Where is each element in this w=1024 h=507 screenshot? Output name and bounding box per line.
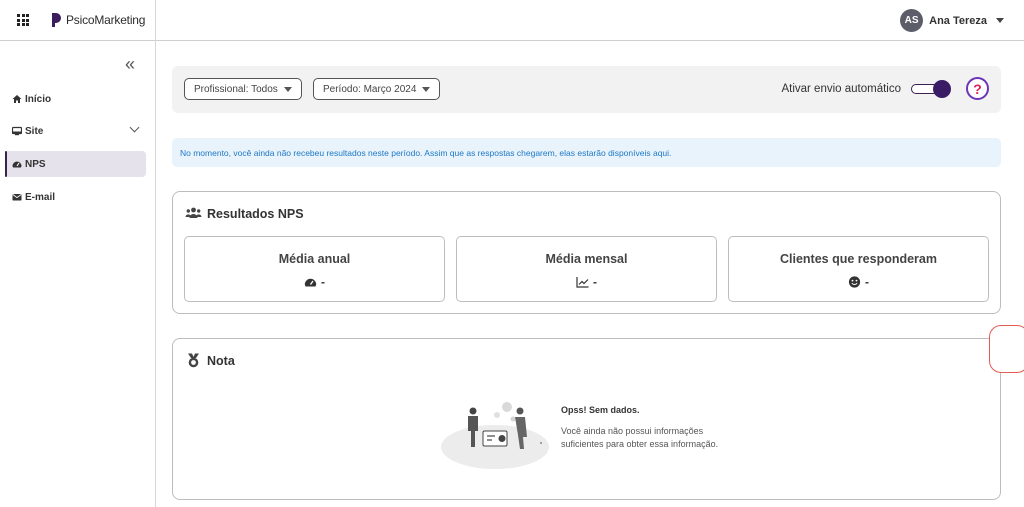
- empty-state-text: Você ainda não possui informações sufici…: [561, 426, 719, 450]
- sidebar-item-label: Início: [25, 93, 52, 105]
- apps-grid-icon[interactable]: [17, 14, 29, 26]
- sidebar-item-nps[interactable]: NPS: [5, 151, 146, 177]
- professional-select-label: Profissional: Todos: [194, 83, 278, 95]
- stat-clientes-responderam: Clientes que responderam -: [728, 236, 989, 302]
- card-title-text: Nota: [207, 353, 235, 368]
- info-banner: No momento, você ainda não recebeu resul…: [172, 138, 1001, 167]
- stat-value-row: -: [185, 275, 444, 289]
- sidebar-item-site[interactable]: Site: [5, 118, 146, 144]
- nps-results-title: Resultados NPS: [185, 206, 304, 221]
- sidebar-item-label: NPS: [25, 158, 46, 170]
- sidebar-item-inicio[interactable]: Início: [5, 86, 146, 112]
- chevron-down-icon[interactable]: [129, 122, 140, 133]
- stat-value: -: [865, 275, 869, 289]
- user-menu[interactable]: AS Ana Tereza: [900, 9, 1004, 32]
- period-select[interactable]: Período: Março 2024: [313, 78, 441, 100]
- home-icon: [12, 95, 22, 103]
- gauge-icon: [304, 278, 317, 287]
- auto-send-toggle[interactable]: [911, 80, 951, 98]
- stat-value-row: -: [457, 275, 716, 289]
- sidebar-divider: [155, 0, 156, 507]
- period-select-label: Período: Março 2024: [323, 83, 417, 95]
- envelope-icon: [12, 194, 22, 201]
- users-icon: [185, 207, 202, 218]
- brand[interactable]: PsicoMarketing: [50, 12, 145, 28]
- empty-state-title: Opss! Sem dados.: [561, 405, 640, 415]
- sidebar-item-email[interactable]: E-mail: [5, 184, 146, 210]
- medal-icon: [188, 353, 199, 368]
- stat-label: Média anual: [278, 252, 351, 266]
- monitor-icon: [12, 126, 22, 136]
- caret-down-icon: [422, 86, 431, 92]
- auto-send-label: Ativar envio automático: [781, 83, 901, 95]
- help-button[interactable]: ?: [966, 77, 989, 100]
- stat-media-mensal: Média mensal -: [456, 236, 717, 302]
- stat-value: -: [321, 275, 325, 289]
- collapse-sidebar-button[interactable]: «: [125, 55, 135, 73]
- sidebar-item-label: E-mail: [25, 191, 56, 203]
- caret-down-icon: [283, 86, 292, 92]
- top-bar: PsicoMarketing AS Ana Tereza: [0, 0, 1024, 41]
- stat-label: Média mensal: [545, 252, 628, 266]
- card-title-text: Resultados NPS: [207, 206, 304, 221]
- chart-line-icon: [576, 277, 589, 288]
- brand-name: PsicoMarketing: [66, 13, 146, 27]
- stat-label: Clientes que responderam: [780, 252, 937, 266]
- sidebar: « Início Site NPS E-mail: [0, 41, 155, 507]
- nps-results-card: Resultados NPS Média anual - Média mensa…: [172, 191, 1001, 314]
- stat-value: -: [593, 275, 597, 289]
- nota-title: Nota: [185, 353, 235, 368]
- stat-value-row: -: [729, 275, 988, 289]
- empty-state-illustration: [441, 402, 549, 469]
- professional-select[interactable]: Profissional: Todos: [184, 78, 302, 100]
- sidebar-item-label: Site: [25, 125, 44, 137]
- caret-down-icon: [996, 18, 1004, 23]
- avatar: AS: [900, 9, 924, 32]
- stat-media-anual: Média anual -: [184, 236, 445, 302]
- smile-icon: [848, 276, 861, 288]
- nota-card: Nota Opss! Sem dados. Você ainda não pos…: [172, 338, 1001, 500]
- user-name: Ana Tereza: [929, 14, 987, 27]
- toggle-knob: [933, 80, 951, 98]
- filter-bar: Profissional: Todos Período: Março 2024 …: [172, 66, 1001, 113]
- brand-logo-icon: [52, 13, 61, 27]
- floating-side-tab[interactable]: [989, 325, 1024, 373]
- gauge-icon: [12, 161, 22, 168]
